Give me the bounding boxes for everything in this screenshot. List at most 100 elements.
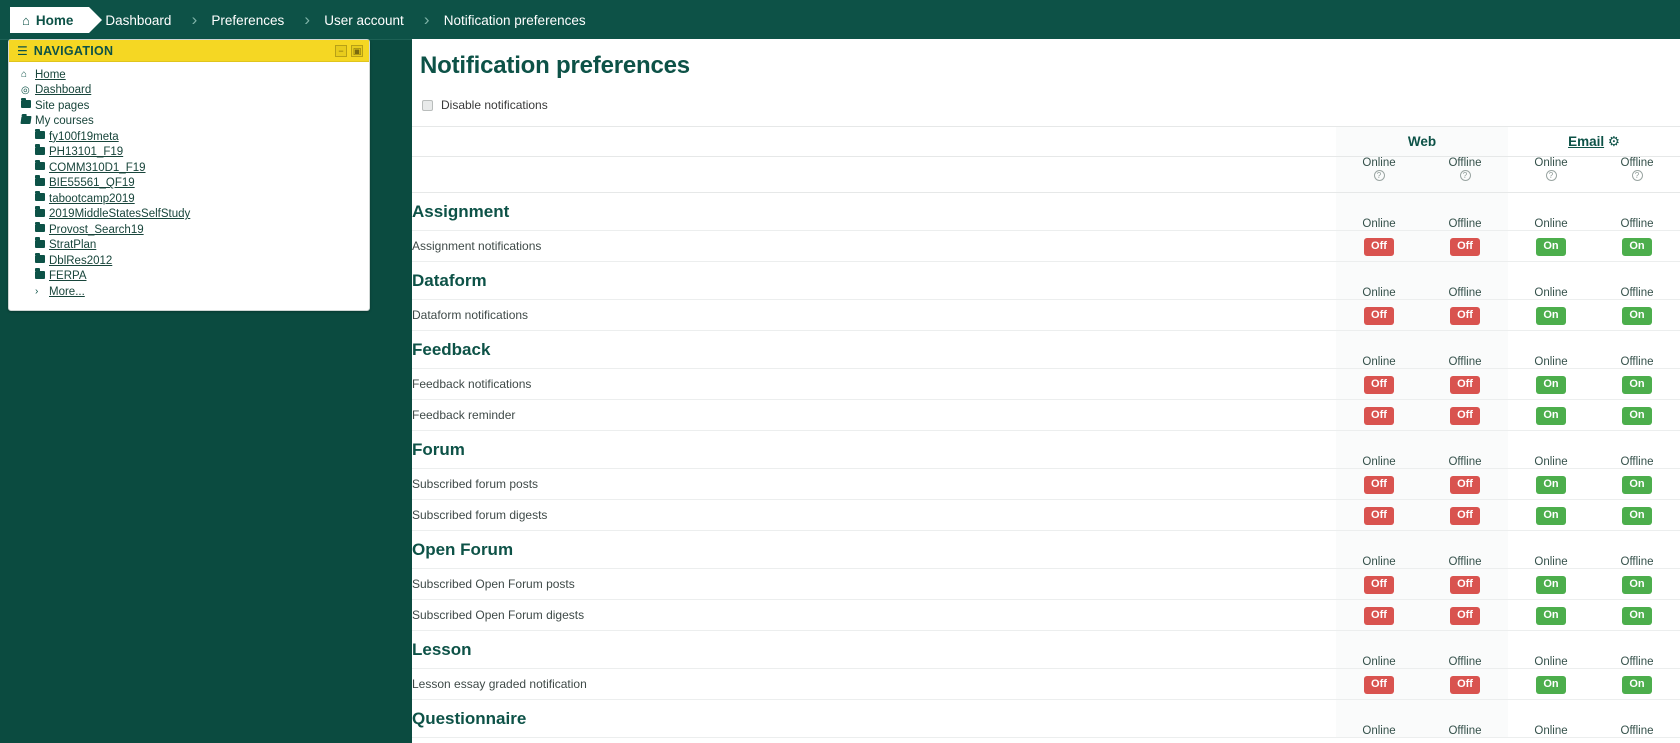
sidebar-item-site-pages[interactable]: Site pages [9, 97, 369, 114]
toggle-web-offline-off[interactable]: Off [1450, 607, 1480, 625]
sidebar-item-ferpa[interactable]: FERPA [9, 268, 369, 285]
help-icon[interactable]: ? [1373, 170, 1385, 181]
sidebar-item-label: Dashboard [35, 84, 92, 97]
toggle-email-offline-on[interactable]: On [1622, 238, 1652, 256]
toggle-web-offline-off[interactable]: Off [1450, 238, 1480, 256]
folder-icon [21, 97, 35, 111]
toggle-email-online-on[interactable]: On [1536, 576, 1566, 594]
toggle-web-online-off[interactable]: Off [1364, 507, 1394, 525]
breadcrumb-item-dashboard[interactable]: Dashboard [103, 7, 179, 33]
toggle-email-online-on[interactable]: On [1536, 238, 1566, 256]
sidebar-item-more[interactable]: › More... [9, 284, 369, 300]
sidebar-item-label: More... [49, 285, 85, 298]
sidebar-item-label: Home [35, 68, 66, 81]
folder-open-icon [20, 115, 35, 127]
toggle-web-online-off[interactable]: Off [1364, 676, 1394, 694]
toggle-web-online-off[interactable]: Off [1364, 576, 1394, 594]
toggle-email-online-on[interactable]: On [1536, 676, 1566, 694]
preference-name: Subscribed Open Forum digests [412, 599, 1336, 631]
table-row: Subscribed forum digests Off Off On On [412, 499, 1680, 531]
disable-notifications-checkbox[interactable] [422, 99, 433, 111]
toggle-web-online-off[interactable]: Off [1364, 607, 1394, 625]
toggle-web-online-off[interactable]: Off [1364, 238, 1394, 256]
toggle-email-offline-on[interactable]: On [1622, 407, 1652, 425]
navigation-block: ☰ NAVIGATION − ▣ ⌂ Home ◎ Dashboard Site… [8, 39, 370, 311]
navigation-block-header: ☰ NAVIGATION − ▣ [9, 40, 369, 62]
help-icon[interactable]: ? [1631, 170, 1643, 181]
toggle-email-offline-on[interactable]: On [1622, 507, 1652, 525]
toggle-web-offline-off[interactable]: Off [1450, 676, 1480, 694]
sidebar-item-ph13101-f19[interactable]: PH13101_F19 [9, 144, 369, 161]
disable-notifications-row[interactable]: Disable notifications [412, 80, 1680, 112]
state-label-email-offline: Offline [1594, 630, 1680, 669]
toggle-cell: Off [1336, 468, 1422, 500]
table-row: Feedback notifications Off Off On On [412, 368, 1680, 400]
toggle-email-online-on[interactable]: On [1536, 307, 1566, 325]
table-row: Subscribed forum posts Off Off On On [412, 468, 1680, 500]
provider-header-email: Email ⚙ [1508, 126, 1680, 157]
toggle-web-offline-off[interactable]: Off [1450, 376, 1480, 394]
breadcrumb-item-user-account[interactable]: User account [322, 7, 412, 33]
sidebar-item-tabootcamp2019[interactable]: tabootcamp2019 [9, 190, 369, 207]
breadcrumb-label: Dashboard [105, 12, 172, 28]
toggle-web-offline-off[interactable]: Off [1450, 476, 1480, 494]
breadcrumb-home-label: Home [35, 12, 74, 28]
help-icon[interactable]: ? [1459, 170, 1471, 181]
section-row-dataform: Dataform Online Offline Online Offline [412, 261, 1680, 300]
home-icon: ⌂ [22, 12, 30, 28]
sidebar-item-2019middlestatesselfstudy[interactable]: 2019MiddleStatesSelfStudy [9, 206, 369, 223]
breadcrumb-item-preferences[interactable]: Preferences [209, 7, 292, 33]
page-title: Notification preferences [420, 52, 690, 79]
empty-corner-cell [412, 126, 1336, 157]
sidebar-item-bie55561-qf19[interactable]: BIE55561_QF19 [9, 175, 369, 192]
sidebar-item-dashboard[interactable]: ◎ Dashboard [9, 83, 369, 99]
toggle-web-offline-off[interactable]: Off [1450, 576, 1480, 594]
toggle-email-online-on[interactable]: On [1536, 476, 1566, 494]
sidebar-item-my-courses[interactable]: My courses [9, 114, 369, 130]
sidebar-item-dblres2012[interactable]: DblRes2012 [9, 252, 369, 269]
section-row-feedback: Feedback Online Offline Online Offline [412, 330, 1680, 369]
toggle-email-offline-on[interactable]: On [1622, 576, 1652, 594]
toggle-email-offline-on[interactable]: On [1622, 376, 1652, 394]
toggle-email-offline-on[interactable]: On [1622, 676, 1652, 694]
toggle-web-online-off[interactable]: Off [1364, 476, 1394, 494]
sidebar-item-comm310d1-f19[interactable]: COMM310D1_F19 [9, 159, 369, 176]
sidebar-item-fy100f19meta[interactable]: fy100f19meta [9, 128, 369, 145]
section-row-lesson: Lesson Online Offline Online Offline [412, 630, 1680, 669]
toggle-web-online-off[interactable]: Off [1364, 376, 1394, 394]
sidebar-item-label: My courses [35, 115, 94, 128]
collapse-block-button[interactable]: − [335, 44, 347, 57]
toggle-web-online-off[interactable]: Off [1364, 407, 1394, 425]
toggle-email-offline-on[interactable]: On [1622, 607, 1652, 625]
help-icon[interactable]: ? [1545, 170, 1557, 181]
sidebar-item-provost-search19[interactable]: Provost_Search19 [9, 221, 369, 238]
breadcrumb-item-home[interactable]: ⌂ Home [10, 7, 103, 33]
toggle-cell: Off [1336, 568, 1422, 600]
gear-icon[interactable]: ⚙ [1608, 134, 1620, 149]
toggle-web-offline-off[interactable]: Off [1450, 307, 1480, 325]
folder-icon [35, 144, 49, 158]
state-label-web-online: Online [1336, 630, 1422, 669]
toggle-web-offline-off[interactable]: Off [1450, 507, 1480, 525]
toggle-email-online-on[interactable]: On [1536, 407, 1566, 425]
toggle-email-online-on[interactable]: On [1536, 507, 1566, 525]
sidebar-item-stratplan[interactable]: StratPlan [9, 237, 369, 254]
toggle-email-offline-on[interactable]: On [1622, 307, 1652, 325]
state-label-email-offline: Offline [1594, 699, 1680, 738]
section-row-open-forum: Open Forum Online Offline Online Offline [412, 530, 1680, 569]
dock-block-button[interactable]: ▣ [351, 44, 363, 57]
toggle-cell: Off [1422, 599, 1509, 631]
sidebar-item-label: Site pages [35, 99, 90, 112]
state-header-web-online: Online ? [1336, 156, 1422, 193]
toggle-email-online-on[interactable]: On [1536, 376, 1566, 394]
toggle-web-offline-off[interactable]: Off [1450, 407, 1480, 425]
state-label-web-online: Online [1336, 699, 1422, 738]
sidebar-item-home[interactable]: ⌂ Home [9, 67, 369, 83]
toggle-email-online-on[interactable]: On [1536, 607, 1566, 625]
provider-name-email[interactable]: Email [1568, 134, 1604, 149]
toggle-email-offline-on[interactable]: On [1622, 476, 1652, 494]
toggle-web-online-off[interactable]: Off [1364, 307, 1394, 325]
sitemap-icon: ☰ [17, 43, 28, 58]
section-title: Open Forum [412, 530, 1336, 569]
toggle-cell: Off [1422, 299, 1509, 331]
